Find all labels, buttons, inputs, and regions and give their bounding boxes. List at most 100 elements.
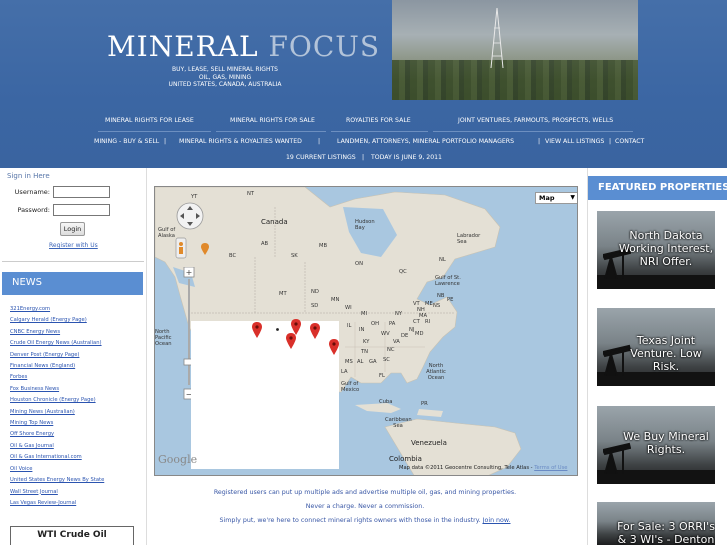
register-link[interactable]: Register with Us <box>49 242 98 249</box>
oil-rig-icon <box>490 8 504 68</box>
password-field[interactable] <box>53 204 110 216</box>
tagline-line-2: OIL, GAS, MINING <box>198 73 252 81</box>
map-label: Colombia <box>389 455 422 463</box>
map-label: MD <box>415 331 424 337</box>
map-label: ME <box>425 301 433 307</box>
news-link[interactable]: Financial News (England) <box>10 361 142 372</box>
nav-underline-4 <box>433 131 633 132</box>
map-label: PA <box>389 321 396 327</box>
map-type-value: Map <box>539 194 555 202</box>
username-field[interactable] <box>53 186 110 198</box>
map-label: RI <box>425 319 431 325</box>
featured-property-card[interactable]: For Sale: 3 ORRI's & 3 WI's - Denton <box>597 502 715 545</box>
news-link[interactable]: Oil & Gas International.com <box>10 452 142 463</box>
news-link[interactable]: 321Energy.com <box>10 304 142 315</box>
status-separator: | <box>362 154 365 161</box>
map-label: PR <box>421 401 428 407</box>
map-label: VA <box>393 339 400 345</box>
map-label: Gulf of Mexico <box>341 381 360 393</box>
news-link[interactable]: Mining Top News <box>10 418 142 429</box>
map-label: NJ <box>409 327 415 333</box>
map-label: MN <box>331 297 340 303</box>
map-type-select[interactable]: Map ▼ <box>535 192 577 204</box>
news-link[interactable]: United States Energy News By State <box>10 475 142 486</box>
terms-of-use-link[interactable]: Terms of Use <box>534 465 567 471</box>
tagline-line-3: UNITED STATES, CANADA, AUSTRALIA <box>168 81 282 88</box>
map-label: ON <box>355 261 363 267</box>
nav-landmen-attorneys[interactable]: LANDMEN, ATTORNEYS, MINERAL PORTFOLIO MA… <box>337 138 514 145</box>
news-link[interactable]: CNBC Energy News <box>10 327 142 338</box>
news-link[interactable]: Oil & Gas Journal <box>10 441 142 452</box>
map-label: Hudson Bay <box>355 219 375 231</box>
nav-underline-1 <box>98 131 211 132</box>
nav-contact[interactable]: CONTACT <box>615 138 644 145</box>
news-link[interactable]: Houston Chronicle (Energy Page) <box>10 395 142 406</box>
map-pin-icon[interactable] <box>286 333 296 349</box>
nav-royalties-for-sale[interactable]: ROYALTIES FOR SALE <box>346 117 411 124</box>
nav-rights-royalties-wanted[interactable]: MINERAL RIGHTS & ROYALTIES WANTED <box>179 138 302 145</box>
featured-property-card[interactable]: We Buy Mineral Rights. <box>597 406 715 484</box>
password-label: Password: <box>17 206 50 214</box>
nav-separator: | <box>609 138 612 145</box>
svg-text:+: + <box>186 268 193 277</box>
map-label: NS <box>433 303 441 309</box>
featured-property-card[interactable]: North Dakota Working Interest, NRI Offer… <box>597 211 715 289</box>
map-label: KY <box>363 339 370 345</box>
nav-mineral-rights-for-sale[interactable]: MINERAL RIGHTS FOR SALE <box>230 117 315 124</box>
map-label: FL <box>379 373 385 379</box>
map-label: Gulf of St. Lawrence <box>435 275 461 287</box>
map-label: TN <box>361 349 369 355</box>
news-link[interactable]: Denver Post (Energy Page) <box>10 350 142 361</box>
map-label: Cuba <box>379 399 393 405</box>
news-link[interactable]: Fox Business News <box>10 384 142 395</box>
google-logo: Google <box>158 453 198 466</box>
news-link[interactable]: Calgary Herald (Energy Page) <box>10 315 142 326</box>
current-listings-count: 19 CURRENT LISTINGS <box>286 154 356 161</box>
nav-joint-ventures[interactable]: JOINT VENTURES, FARMOUTS, PROSPECTS, WEL… <box>458 117 613 124</box>
news-link[interactable]: Off Shore Energy <box>10 429 142 440</box>
join-now-link[interactable]: Join now. <box>483 517 511 524</box>
street-view-pegman-icon[interactable] <box>175 237 187 259</box>
map-label: IL <box>347 323 352 329</box>
map-pin-icon[interactable] <box>252 322 262 338</box>
featured-property-card[interactable]: Texas Joint Venture. Low Risk. <box>597 308 715 386</box>
news-link[interactable]: Forbes <box>10 372 142 383</box>
listings-map[interactable]: YT NT Gulf of Alaska Canada Hudson Bay L… <box>154 186 578 476</box>
nav-view-all-listings[interactable]: VIEW ALL LISTINGS <box>545 138 604 145</box>
tagline-line-1: BUY, LEASE, SELL MINERAL RIGHTS <box>172 66 278 73</box>
map-label: DE <box>401 333 409 339</box>
featured-property-title: We Buy Mineral Rights. <box>623 430 709 456</box>
news-link[interactable]: Crude Oil Energy News (Australian) <box>10 338 142 349</box>
map-pan-control[interactable] <box>175 201 205 231</box>
wti-crude-oil-widget: WTI Crude Oil <box>10 526 134 545</box>
map-label: North Atlantic Ocean <box>426 363 446 381</box>
info-line-3: Simply put, we're here to connect minera… <box>150 517 580 524</box>
map-label: NC <box>387 347 395 353</box>
site-logo[interactable]: MINERAL FOCUS <box>107 30 380 66</box>
sidebar-divider <box>2 261 144 262</box>
map-label: NT <box>247 191 255 197</box>
login-button[interactable]: Login <box>60 222 85 236</box>
map-pin-icon[interactable] <box>310 323 320 339</box>
left-column-divider <box>146 168 147 545</box>
signin-title: Sign in Here <box>7 172 50 180</box>
map-pin-icon[interactable] <box>329 339 339 355</box>
featured-property-title: North Dakota Working Interest, NRI Offer… <box>618 229 714 268</box>
map-blank-tile <box>191 321 339 469</box>
news-link[interactable]: Las Vegas Review-Journal <box>10 498 142 509</box>
news-link[interactable]: Oil Voice <box>10 464 142 475</box>
nav-mineral-rights-for-lease[interactable]: MINERAL RIGHTS FOR LEASE <box>105 117 194 124</box>
logo-word-mineral: MINERAL <box>107 30 259 63</box>
map-credit-text: Map data ©2011 Geocentre Consulting, Tel… <box>399 465 533 471</box>
nav-underline-3 <box>331 131 428 132</box>
nav-mining-buy-sell[interactable]: MINING - BUY & SELL <box>94 138 159 145</box>
map-label: IN <box>359 327 365 333</box>
map-small-pin-icon[interactable] <box>201 243 209 255</box>
right-column-divider <box>587 168 588 545</box>
news-link[interactable]: Wall Street Journal <box>10 487 142 498</box>
map-label: MB <box>319 243 328 249</box>
news-link[interactable]: Mining News (Australian) <box>10 407 142 418</box>
site-header: MINERAL FOCUS BUY, LEASE, SELL MINERAL R… <box>0 0 727 168</box>
map-label: NY <box>395 311 403 317</box>
site-tagline: BUY, LEASE, SELL MINERAL RIGHTS OIL, GAS… <box>160 66 290 89</box>
